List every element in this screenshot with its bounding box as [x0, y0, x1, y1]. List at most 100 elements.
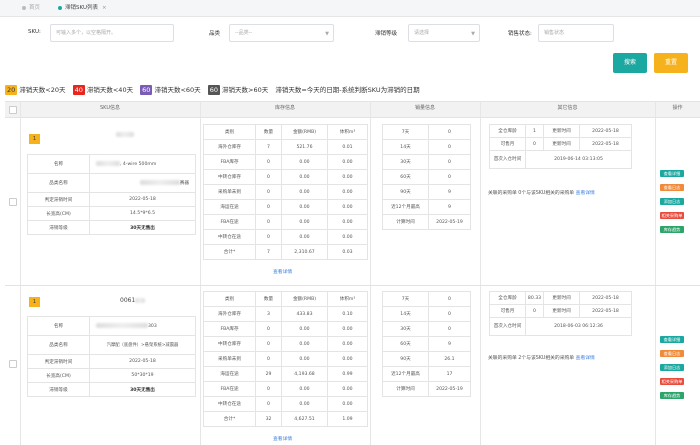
sales-cell: 60天 — [382, 336, 429, 352]
view-log-button[interactable]: 查看日志 — [660, 350, 684, 357]
sku-field-value: 303 — [89, 316, 196, 336]
inventory-detail-link[interactable]: 查看详情 — [273, 435, 292, 442]
inv-cell: 0 — [255, 199, 282, 215]
row-checkbox[interactable] — [9, 198, 17, 206]
category-filter-label: 品类 — [209, 31, 221, 37]
column-divider — [200, 101, 201, 445]
tab-unsold-sku[interactable]: 滞销SKU列表 × — [58, 3, 107, 11]
sku-field-value: 2022-05-18 — [89, 192, 196, 207]
sales-cell: 0 — [428, 139, 471, 155]
other-cell: 1 — [525, 124, 544, 138]
inv-cell: 0.03 — [327, 244, 368, 260]
stock-trend-button[interactable]: 库存趋势 — [660, 392, 684, 399]
other-cell: 2019-06-14 03:13:05 — [525, 150, 632, 169]
reset-button[interactable]: 重置 — [654, 53, 688, 73]
table-row: 近12个月最高 9 — [382, 199, 471, 215]
other-cell: 全仓库龄 — [489, 291, 526, 305]
sales-cell: 90天 — [382, 351, 429, 367]
po-detail-link[interactable]: 查看详情 — [576, 356, 595, 361]
inv-cell: 中转仓在途 — [203, 229, 256, 245]
other-cell: 更新时间 — [543, 291, 580, 305]
table-row: 可售月 0 更新时间 2022-05-18 — [489, 137, 632, 151]
level-select[interactable]: 请选择 ▼ — [408, 24, 480, 42]
other-cell: 更新时间 — [543, 137, 580, 151]
level-select-placeholder: 请选择 — [414, 30, 430, 36]
inv-cell: 0.00 — [327, 396, 368, 412]
inventory-detail-link[interactable]: 查看详情 — [273, 268, 292, 275]
inv-cell: 0 — [255, 351, 282, 367]
inv-cell: 0 — [255, 396, 282, 412]
sku-field-label: 名称 — [27, 154, 90, 174]
header-inventory: 库存信息 — [274, 105, 295, 111]
inv-cell: 海运在途 — [203, 366, 256, 382]
table-row: 中转仓在途 0 0.00 0.00 — [203, 229, 368, 245]
related-po-button[interactable]: 相关采购单 — [660, 378, 684, 385]
table-row: 采购单未到 0 0.00 0.00 — [203, 351, 368, 367]
inv-cell: 32 — [255, 411, 282, 427]
sku-field-label: 判定滞销时间 — [27, 192, 90, 207]
sales-cell: 14天 — [382, 139, 429, 155]
inv-header-cell: 体积m³ — [327, 124, 368, 140]
table-row: 判定滞销时间 2022-05-18 — [27, 354, 196, 369]
table-row: FBA库存 0 0.00 0.00 — [203, 321, 368, 337]
inv-cell: 0 — [255, 169, 282, 185]
header-sku: SKU信息 — [100, 105, 120, 111]
table-row: 30天 0 — [382, 321, 471, 337]
table-row: 60天 0 — [382, 169, 471, 185]
table-row: 首次入仓时间 2019-06-14 03:13:05 — [489, 150, 632, 169]
view-detail-button[interactable]: 查看详细 — [660, 336, 684, 343]
sales-cell: 0 — [428, 321, 471, 337]
inv-cell: 29 — [255, 366, 282, 382]
inv-cell: 0.00 — [327, 199, 368, 215]
sales-cell: 17 — [428, 366, 471, 382]
masked-text — [135, 298, 146, 303]
table-row: 可售月 0 更新时间 2022-05-18 — [489, 304, 632, 318]
table-row: 海运在途 29 4,193.68 0.99 — [203, 366, 368, 382]
stock-trend-button[interactable]: 库存趋势 — [660, 226, 684, 233]
add-log-button[interactable]: 添加日志 — [660, 364, 684, 371]
inv-cell: 合计* — [203, 244, 256, 260]
inv-cell: 0.00 — [281, 336, 328, 352]
inv-cell: 0.00 — [281, 154, 328, 170]
sku-field-value: 14.5*9*6.5 — [89, 206, 196, 221]
inv-cell: 4,193.68 — [281, 366, 328, 382]
table-row: 名称 303 — [27, 316, 196, 336]
view-log-button[interactable]: 查看日志 — [660, 184, 684, 191]
table-row: 名称, 4-wire 500mm — [27, 154, 196, 174]
inv-cell: 海外仓库存 — [203, 306, 256, 322]
sales-cell: 90天 — [382, 184, 429, 200]
sku-input[interactable] — [50, 24, 174, 42]
select-all-checkbox[interactable] — [9, 106, 17, 114]
inv-cell: 0 — [255, 154, 282, 170]
table-row: 类别 数量 金额(RMB) 体积m³ — [203, 124, 368, 140]
inv-cell: 0 — [255, 321, 282, 337]
category-select[interactable]: --品类-- ▼ — [229, 24, 334, 42]
inv-cell: 0.10 — [327, 306, 368, 322]
tab-close-icon[interactable]: × — [102, 5, 107, 11]
inv-cell: 0.00 — [281, 381, 328, 397]
inv-cell: 1.09 — [327, 411, 368, 427]
status-select[interactable]: 销售状态 — [538, 24, 614, 42]
view-detail-button[interactable]: 查看详细 — [660, 170, 684, 177]
po-detail-link[interactable]: 查看详情 — [576, 191, 595, 196]
inv-cell: 海外仓库存 — [203, 139, 256, 155]
table-row: 海外仓库存 7 521.76 0.01 — [203, 139, 368, 155]
row-checkbox[interactable] — [9, 360, 17, 368]
inv-header-cell: 数量 — [255, 291, 282, 307]
inv-cell: 0.00 — [281, 229, 328, 245]
table-row: 判定滞销时间 2022-05-18 — [27, 192, 196, 207]
sales-cell: 60天 — [382, 169, 429, 185]
sku-field-label: 品类名称 — [27, 335, 90, 355]
related-po-button[interactable]: 相关采购单 — [660, 212, 684, 219]
sales-cell: 2022-05-19 — [428, 381, 471, 397]
sales-cell: 0 — [428, 124, 471, 140]
table-row: 14天 0 — [382, 306, 471, 322]
column-divider — [655, 101, 656, 445]
header-sales: 销量信息 — [414, 105, 435, 111]
search-button[interactable]: 搜索 — [613, 53, 647, 73]
tab-home[interactable]: 首页 — [22, 3, 40, 11]
table-row: 合计* 7 2,310.67 0.03 — [203, 244, 368, 260]
sku-field-value: , 4-wire 500mm — [89, 154, 196, 174]
add-log-button[interactable]: 添加日志 — [660, 198, 684, 205]
legend-item-gt60: 60 滞销天数>60天 — [207, 85, 268, 95]
